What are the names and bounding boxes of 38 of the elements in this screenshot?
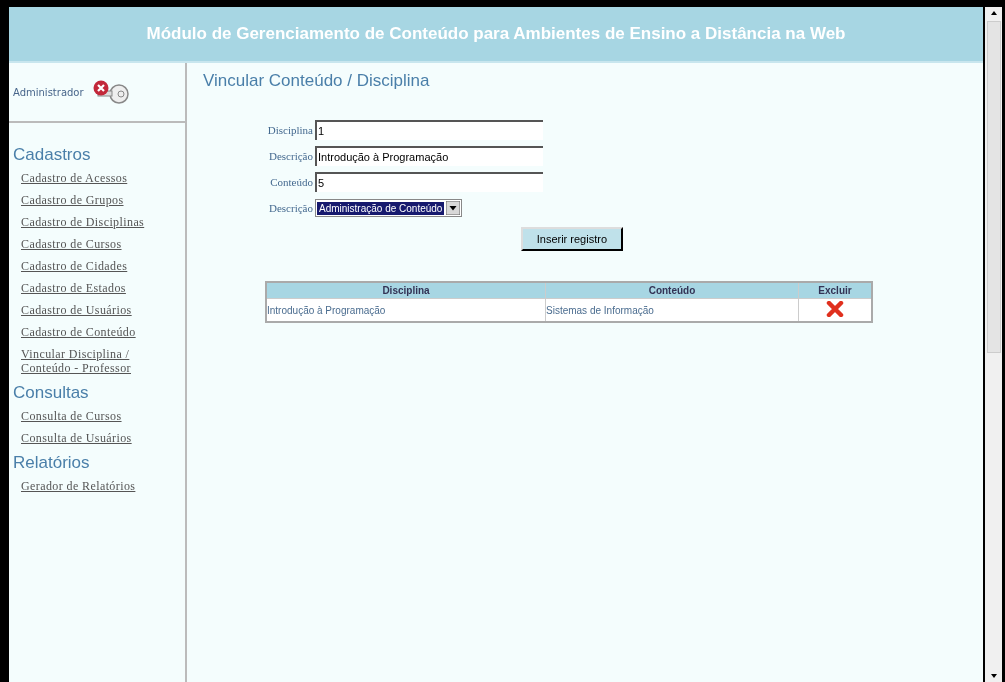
input-field[interactable]: Introdução à Programação — [315, 146, 543, 166]
section-heading: Relatórios — [13, 453, 91, 473]
sidebar-link[interactable]: Cadastro de Cidades — [21, 259, 146, 273]
sidebar-link[interactable]: Cadastro de Cursos — [21, 237, 146, 251]
table-cell: Introdução à Programação — [266, 298, 546, 322]
input-field[interactable]: 5 — [315, 172, 543, 192]
sidebar-link[interactable]: Cadastro de Disciplinas — [21, 215, 146, 229]
sidebar-link[interactable]: Cadastro de Acessos — [21, 171, 146, 185]
sidebar-link[interactable]: Cadastro de Conteúdo — [21, 325, 146, 339]
sidebar-link[interactable]: Cadastro de Estados — [21, 281, 146, 295]
sidebar-link[interactable]: Consulta de Cursos — [21, 409, 146, 423]
table-cell: Sistemas de Informação — [545, 298, 799, 322]
sidebar-link[interactable]: Gerador de Relatórios — [21, 479, 146, 493]
scroll-up-icon[interactable] — [988, 9, 999, 17]
sidebar-link[interactable]: Cadastro de Usuários — [21, 303, 146, 317]
scroll-down-icon[interactable] — [988, 672, 999, 680]
insert-button[interactable]: Inserir registro — [520, 227, 623, 251]
delete-icon[interactable] — [826, 301, 844, 317]
field-label: Descrição — [268, 150, 314, 162]
field-label: Descrição — [268, 202, 314, 214]
section-heading: Consultas — [13, 383, 90, 403]
sidebar-link[interactable]: Cadastro de Grupos — [21, 193, 146, 207]
page-title: Vincular Conteúdo / Disciplina — [203, 71, 430, 90]
field-label: Disciplina — [266, 124, 314, 136]
site-title: Módulo de Gerenciamento de Conteúdo para Ambientes de Ensino a Distância na Web — [146, 24, 846, 44]
logout-key-icon[interactable] — [91, 79, 132, 105]
dropdown[interactable]: Administração de Conteúdo — [315, 199, 463, 217]
field-label: Conteúdo — [269, 176, 314, 188]
dropdown-arrow-icon[interactable] — [446, 201, 461, 215]
user-name: Administrador — [13, 86, 84, 98]
column-header: Excluir — [798, 282, 872, 299]
sidebar-link[interactable]: Consulta de Usuários — [21, 431, 146, 445]
section-heading: Cadastros — [13, 145, 92, 165]
column-header: Conteúdo — [545, 282, 799, 299]
column-header: Disciplina — [266, 282, 546, 299]
sidebar-link[interactable]: Vincular Disciplina / Conteúdo - Professor — [21, 347, 146, 375]
input-field[interactable]: 1 — [315, 120, 543, 140]
scrollbar[interactable] — [985, 7, 1002, 682]
